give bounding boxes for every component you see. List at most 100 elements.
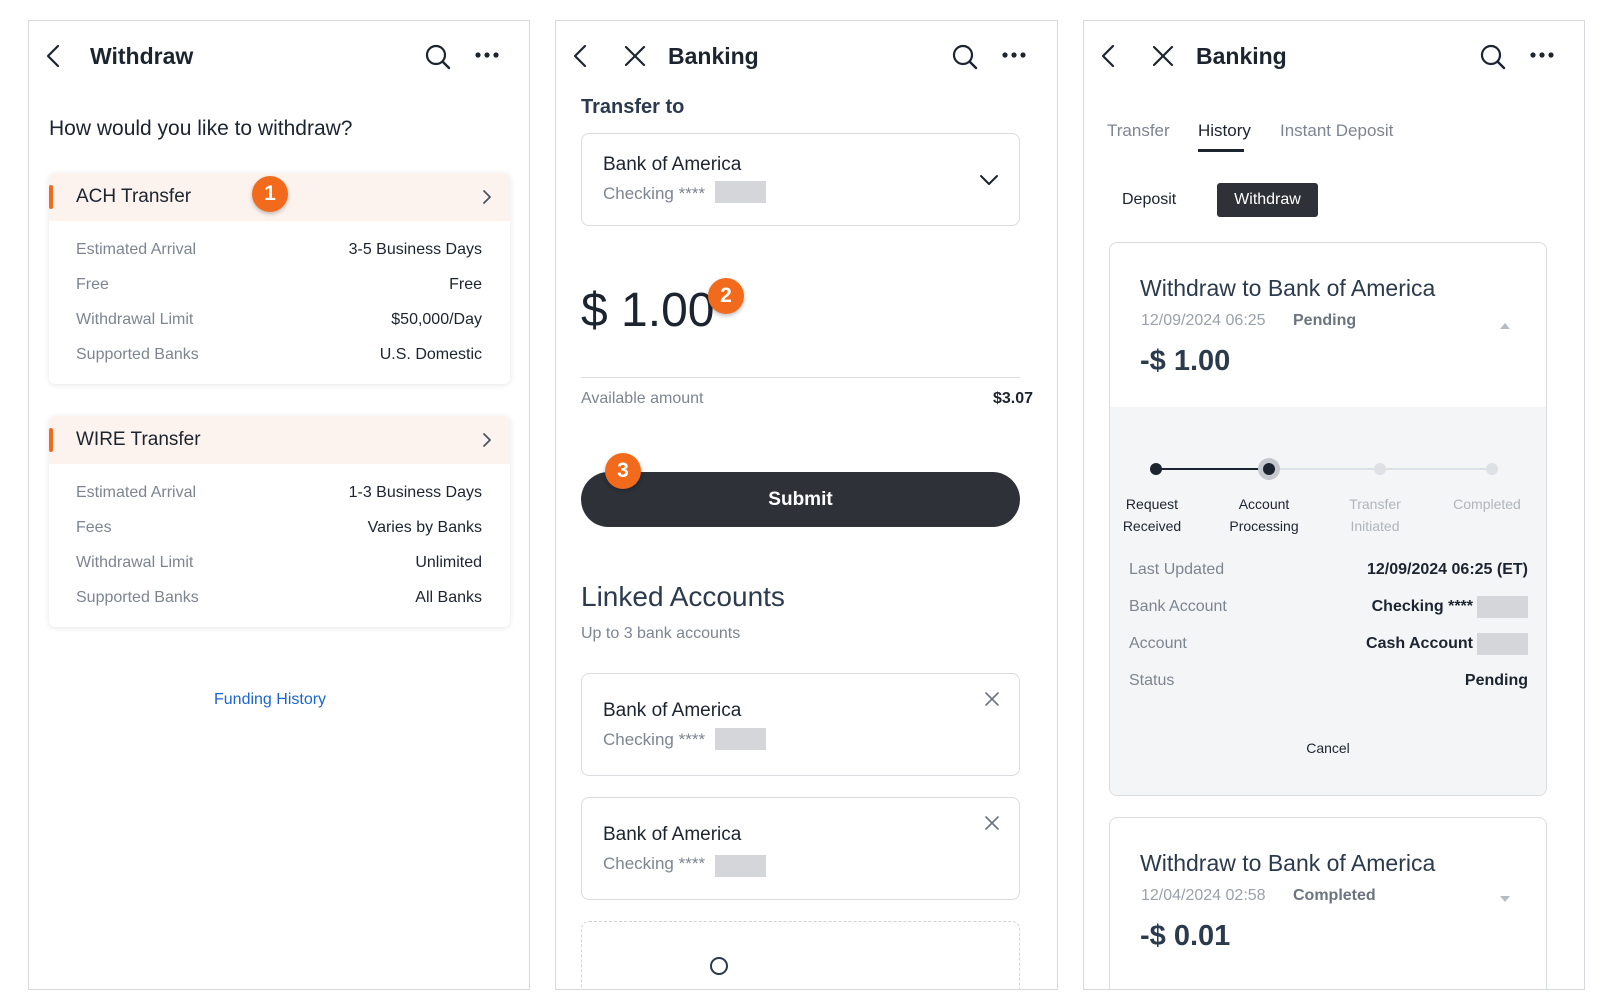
step-label-line: Transfer: [1349, 496, 1401, 512]
step-label: Transfer Initiated: [1325, 493, 1425, 537]
tab-transfer[interactable]: Transfer: [1107, 121, 1170, 141]
add-account-placeholder[interactable]: [581, 921, 1020, 989]
chevron-right-icon: [482, 189, 492, 210]
more-options-icon[interactable]: [474, 51, 500, 59]
linked-account-card[interactable]: Bank of America Checking ****: [581, 673, 1020, 776]
page-title: Withdraw: [90, 43, 194, 69]
accent-bar: [49, 185, 53, 209]
more-options-icon[interactable]: [1001, 51, 1027, 59]
withdraw-screen: Withdraw How would you like to withdraw?…: [28, 20, 530, 990]
bank-name: Bank of America: [603, 824, 742, 845]
detail-label: Bank Account: [1129, 598, 1227, 615]
detail-row: Supported Banks All Banks: [76, 589, 482, 611]
detail-label: Supported Banks: [76, 346, 199, 363]
detail-label: Fees: [76, 519, 112, 536]
remove-icon[interactable]: [985, 816, 999, 830]
method-title: ACH Transfer: [76, 186, 192, 207]
transfer-screen: Banking Transfer to Bank of America Chec…: [555, 20, 1058, 990]
record-detail-panel: Request Received Account Processing Tran…: [1110, 407, 1546, 795]
wire-transfer-card: WIRE Transfer Estimated Arrival 1-3 Busi…: [49, 416, 510, 627]
withdraw-filter[interactable]: Withdraw: [1217, 183, 1318, 217]
detail-label: Withdrawal Limit: [76, 554, 194, 571]
detail-value: Unlimited: [415, 554, 482, 571]
withdraw-question: How would you like to withdraw?: [49, 117, 353, 140]
more-options-icon[interactable]: [1529, 51, 1555, 59]
step-label-line: Completed: [1453, 496, 1521, 512]
step-label-line: Received: [1122, 518, 1182, 534]
search-icon[interactable]: [1479, 43, 1507, 71]
tab-instant-deposit[interactable]: Instant Deposit: [1280, 121, 1393, 141]
detail-row: Estimated Arrival 3-5 Business Days: [76, 241, 482, 263]
status-badge: Pending: [1293, 312, 1357, 329]
detail-label: Estimated Arrival: [76, 241, 197, 258]
record-date: 12/09/2024 06:25: [1141, 312, 1266, 329]
detail-value: $50,000/Day: [391, 311, 482, 328]
detail-value: Free: [449, 276, 482, 293]
available-amount-value: $3.07: [992, 390, 1033, 407]
step-dot-pending: [1374, 463, 1386, 475]
bank-name: Bank of America: [603, 154, 742, 175]
record-title: Withdraw to Bank of America: [1140, 850, 1436, 876]
step-dot-done: [1150, 463, 1162, 475]
detail-label: Estimated Arrival: [76, 484, 197, 501]
submit-button[interactable]: Submit: [581, 472, 1020, 527]
history-record-card[interactable]: Withdraw to Bank of America 12/04/2024 0…: [1109, 817, 1547, 989]
page-title: Banking: [1196, 43, 1287, 69]
record-amount: -$ 1.00: [1140, 345, 1231, 377]
step-label-line: Account: [1238, 496, 1290, 512]
linked-accounts-subtitle: Up to 3 bank accounts: [581, 625, 741, 642]
annotation-badge-2: 2: [708, 278, 744, 314]
search-icon[interactable]: [951, 43, 979, 71]
redacted-account-number: [715, 728, 766, 750]
cancel-button[interactable]: Cancel: [1110, 740, 1546, 756]
detail-label: Free: [76, 276, 109, 293]
detail-label: Last Updated: [1129, 561, 1225, 578]
deposit-filter[interactable]: Deposit: [1122, 191, 1176, 209]
wire-transfer-header[interactable]: WIRE Transfer: [49, 416, 510, 464]
active-tab-indicator: [1198, 149, 1244, 152]
detail-value: All Banks: [415, 589, 482, 606]
close-icon[interactable]: [1151, 44, 1175, 68]
close-icon[interactable]: [623, 44, 647, 68]
annotation-badge-1: 1: [252, 176, 288, 212]
step-dot-pending: [1486, 463, 1498, 475]
detail-row: Last Updated 12/09/2024 06:25 (ET): [1129, 561, 1528, 583]
back-arrow-icon[interactable]: [570, 43, 592, 69]
amount-input[interactable]: $ 1.00: [581, 283, 714, 338]
detail-label: Supported Banks: [76, 589, 199, 606]
transfer-to-select[interactable]: Bank of America Checking ****: [581, 133, 1020, 226]
step-label-line: Initiated: [1350, 518, 1400, 534]
account-type: Checking ****: [603, 854, 706, 873]
expand-caret-icon[interactable]: [1500, 896, 1510, 902]
step-label: Account Processing: [1214, 493, 1314, 537]
detail-row: Withdrawal Limit Unlimited: [76, 554, 482, 576]
history-screen: Banking Transfer History Instant Deposit…: [1083, 20, 1585, 990]
account-type: Checking ****: [603, 184, 706, 203]
search-icon[interactable]: [424, 43, 452, 71]
back-arrow-icon[interactable]: [43, 43, 65, 69]
detail-row: Supported Banks U.S. Domestic: [76, 346, 482, 368]
back-arrow-icon[interactable]: [1098, 43, 1120, 69]
progress-line-done: [1155, 468, 1268, 470]
collapse-caret-icon[interactable]: [1500, 323, 1510, 329]
detail-row: Fees Varies by Banks: [76, 519, 482, 541]
chevron-right-icon: [482, 432, 492, 453]
transfer-to-label: Transfer to: [581, 96, 685, 118]
add-circle-icon: [710, 957, 728, 975]
linked-account-card[interactable]: Bank of America Checking ****: [581, 797, 1020, 900]
remove-icon[interactable]: [985, 692, 999, 706]
funding-history-link[interactable]: Funding History: [214, 691, 326, 709]
redacted-account-number: [715, 855, 766, 877]
step-label-line: Processing: [1229, 518, 1299, 534]
detail-row: Account Cash Account: [1129, 633, 1528, 657]
detail-value: Varies by Banks: [367, 519, 482, 536]
detail-label: Status: [1129, 672, 1175, 689]
step-dot-current: [1263, 463, 1275, 475]
tab-history[interactable]: History: [1198, 121, 1251, 141]
detail-value: U.S. Domestic: [379, 346, 482, 363]
redacted-account-number: [1477, 596, 1528, 618]
page-title: Banking: [668, 43, 759, 69]
history-record-card[interactable]: Withdraw to Bank of America 12/09/2024 0…: [1109, 242, 1547, 796]
redacted-account-number: [715, 181, 766, 203]
detail-value: 12/09/2024 06:25 (ET): [1367, 561, 1528, 578]
